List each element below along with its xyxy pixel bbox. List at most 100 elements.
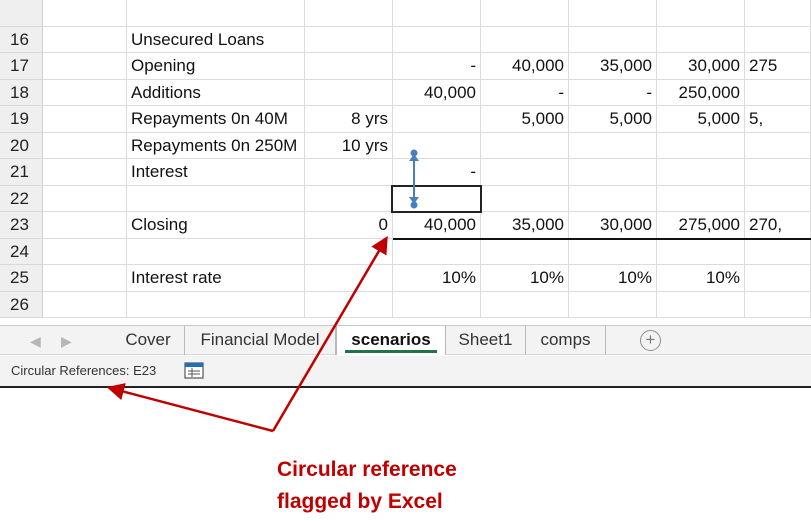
grid-cell[interactable]: 10% bbox=[657, 265, 745, 292]
grid-cell[interactable] bbox=[481, 238, 569, 265]
grid-cell[interactable] bbox=[481, 26, 569, 53]
grid-cell[interactable] bbox=[43, 106, 127, 133]
grid-cell[interactable] bbox=[481, 159, 569, 186]
grid-cell[interactable]: Repayments 0n 40M bbox=[127, 106, 305, 133]
grid-cell[interactable]: 5,000 bbox=[569, 106, 657, 133]
grid-cell[interactable]: 40,000 bbox=[481, 53, 569, 80]
grid-cell[interactable]: 275,000 bbox=[657, 212, 745, 239]
grid-cell[interactable]: 250,000 bbox=[657, 79, 745, 106]
grid-cell[interactable]: 10% bbox=[393, 265, 481, 292]
grid-cell[interactable]: - bbox=[393, 53, 481, 80]
row-header[interactable] bbox=[0, 0, 43, 27]
grid-cell[interactable] bbox=[43, 26, 127, 53]
grid-cell[interactable]: 30,000 bbox=[657, 53, 745, 80]
grid-cell[interactable] bbox=[745, 132, 811, 159]
grid-cell[interactable]: 10% bbox=[481, 265, 569, 292]
grid-cell[interactable]: 35,000 bbox=[569, 53, 657, 80]
grid-cell[interactable] bbox=[43, 291, 127, 318]
grid-cell[interactable] bbox=[127, 0, 305, 27]
grid-cell[interactable]: Unsecured Loans bbox=[127, 26, 305, 53]
grid-cell[interactable]: 10 yrs bbox=[305, 132, 393, 159]
row-header[interactable]: 26 bbox=[0, 291, 43, 318]
grid-cell[interactable] bbox=[657, 159, 745, 186]
grid-cell[interactable]: 275 bbox=[745, 53, 811, 80]
grid-cell[interactable] bbox=[657, 26, 745, 53]
grid-cell[interactable]: - bbox=[481, 79, 569, 106]
grid-cell[interactable] bbox=[127, 238, 305, 265]
grid-cell[interactable]: Opening bbox=[127, 53, 305, 80]
grid-cell[interactable] bbox=[481, 185, 569, 212]
row-header[interactable]: 22 bbox=[0, 185, 43, 212]
grid-cell[interactable]: Additions bbox=[127, 79, 305, 106]
grid-cell[interactable]: 5, bbox=[745, 106, 811, 133]
grid-cell[interactable]: 270, bbox=[745, 212, 811, 239]
grid-cell[interactable]: 0 bbox=[305, 212, 393, 239]
tab-sheet1[interactable]: Sheet1 bbox=[446, 326, 526, 355]
grid-cell[interactable] bbox=[393, 106, 481, 133]
grid-cell[interactable]: Repayments 0n 250M bbox=[127, 132, 305, 159]
grid-cell[interactable]: 5,000 bbox=[657, 106, 745, 133]
grid-cell[interactable] bbox=[657, 132, 745, 159]
grid-cell[interactable] bbox=[43, 238, 127, 265]
tab-comps[interactable]: comps bbox=[526, 326, 606, 355]
grid-cell[interactable] bbox=[305, 238, 393, 265]
grid-cell[interactable]: 10% bbox=[569, 265, 657, 292]
grid-cell[interactable] bbox=[481, 132, 569, 159]
row-header[interactable]: 24 bbox=[0, 238, 43, 265]
grid-cell[interactable] bbox=[745, 265, 811, 292]
grid-cell[interactable] bbox=[43, 0, 127, 27]
grid-cell[interactable] bbox=[305, 185, 393, 212]
grid-cell[interactable] bbox=[393, 291, 481, 318]
grid-cell[interactable] bbox=[569, 185, 657, 212]
grid-cell[interactable] bbox=[745, 291, 811, 318]
grid-cell[interactable] bbox=[745, 0, 811, 27]
grid-cell[interactable] bbox=[657, 185, 745, 212]
grid-cell[interactable] bbox=[43, 159, 127, 186]
add-sheet-icon[interactable]: + bbox=[640, 330, 661, 351]
grid-cell[interactable] bbox=[569, 26, 657, 53]
grid-cell[interactable] bbox=[481, 0, 569, 27]
grid-cell[interactable] bbox=[305, 291, 393, 318]
grid-cell[interactable] bbox=[745, 159, 811, 186]
grid-cell[interactable] bbox=[745, 185, 811, 212]
grid-cell[interactable] bbox=[305, 79, 393, 106]
grid-cell[interactable]: Interest rate bbox=[127, 265, 305, 292]
grid-cell[interactable] bbox=[393, 0, 481, 27]
grid-cell[interactable] bbox=[305, 159, 393, 186]
row-header[interactable]: 25 bbox=[0, 265, 43, 292]
grid-cell[interactable] bbox=[569, 238, 657, 265]
grid-cell[interactable] bbox=[43, 79, 127, 106]
row-header[interactable]: 21 bbox=[0, 159, 43, 186]
grid-cell[interactable] bbox=[305, 0, 393, 27]
grid-cell[interactable] bbox=[569, 159, 657, 186]
grid-cell[interactable] bbox=[569, 0, 657, 27]
grid-cell[interactable]: 40,000 bbox=[393, 79, 481, 106]
grid-cell[interactable] bbox=[657, 291, 745, 318]
row-header[interactable]: 19 bbox=[0, 106, 43, 133]
grid-cell[interactable]: 30,000 bbox=[569, 212, 657, 239]
worksheet-grid[interactable]: 16 Unsecured Loans 17 Opening -40,000 35,000 3… bbox=[0, 0, 811, 325]
grid-cell[interactable]: 40,000 bbox=[393, 212, 481, 239]
grid-cell[interactable]: 8 yrs bbox=[305, 106, 393, 133]
grid-cell[interactable] bbox=[745, 79, 811, 106]
grid-cell[interactable] bbox=[657, 238, 745, 265]
grid-cell[interactable] bbox=[481, 291, 569, 318]
grid-cell[interactable]: 35,000 bbox=[481, 212, 569, 239]
grid-cell[interactable] bbox=[305, 53, 393, 80]
row-header[interactable]: 20 bbox=[0, 132, 43, 159]
page-layout-icon[interactable] bbox=[184, 362, 204, 385]
tab-cover[interactable]: Cover bbox=[112, 326, 185, 355]
scroll-tabs-left-icon[interactable]: ◀ bbox=[30, 333, 41, 350]
grid-cell[interactable]: Closing bbox=[127, 212, 305, 239]
circular-references-status[interactable]: Circular References: E23 bbox=[11, 363, 156, 378]
grid-cell[interactable] bbox=[43, 53, 127, 80]
row-header[interactable]: 18 bbox=[0, 79, 43, 106]
grid-cell[interactable] bbox=[43, 132, 127, 159]
grid-cell[interactable] bbox=[569, 291, 657, 318]
grid-cell[interactable] bbox=[393, 238, 481, 265]
grid-cell[interactable] bbox=[43, 265, 127, 292]
grid-cell[interactable] bbox=[43, 185, 127, 212]
grid-cell[interactable] bbox=[393, 26, 481, 53]
grid-cell[interactable] bbox=[305, 26, 393, 53]
grid-cell[interactable] bbox=[745, 26, 811, 53]
